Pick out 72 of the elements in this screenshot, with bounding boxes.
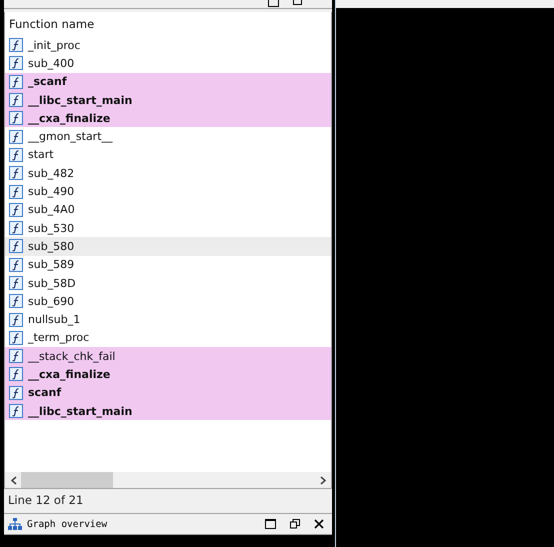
function-row[interactable]: sub_589 xyxy=(5,256,331,274)
function-name: sub_580 xyxy=(28,240,74,253)
function-name: sub_400 xyxy=(28,56,74,70)
function-icon xyxy=(9,294,23,308)
function-row[interactable]: sub_580 xyxy=(5,237,331,256)
function-icon xyxy=(9,202,23,217)
function-row[interactable]: sub_530 xyxy=(5,218,331,238)
function-row[interactable]: __libc_start_main xyxy=(5,402,331,420)
function-icon xyxy=(9,349,23,364)
function-name: sub_690 xyxy=(28,294,74,308)
maximize-icon[interactable] xyxy=(265,519,276,529)
function-name: __cxa_finalize xyxy=(28,368,110,381)
function-name: _init_proc xyxy=(28,38,80,52)
function-row[interactable]: sub_4A0 xyxy=(5,200,331,219)
function-name: start xyxy=(28,148,54,162)
function-name: sub_589 xyxy=(28,258,74,272)
function-name: __libc_start_main xyxy=(28,94,132,107)
function-row[interactable]: scanf xyxy=(5,384,331,402)
function-icon xyxy=(9,258,23,272)
column-header[interactable]: Function name xyxy=(5,12,331,36)
function-icon xyxy=(9,148,23,162)
function-icon xyxy=(9,330,23,345)
function-icon xyxy=(9,404,23,418)
function-name: __gmon_start__ xyxy=(28,130,113,144)
function-icon xyxy=(9,56,23,70)
function-row[interactable]: __cxa_finalize xyxy=(5,109,331,128)
function-icon xyxy=(9,38,23,52)
function-row[interactable]: sub_482 xyxy=(5,164,331,182)
function-row[interactable]: nullsub_1 xyxy=(5,310,331,329)
function-name: __stack_chk_fail xyxy=(28,350,116,363)
status-text: Line 12 of 21 xyxy=(7,492,84,509)
function-icon xyxy=(9,312,23,327)
function-icon xyxy=(9,130,23,144)
function-row[interactable]: _term_proc xyxy=(5,328,331,348)
function-icon xyxy=(9,184,23,199)
function-name: sub_4A0 xyxy=(28,203,75,216)
function-icon xyxy=(9,239,23,254)
function-icon xyxy=(9,367,23,382)
function-icon xyxy=(9,111,23,126)
function-row[interactable]: _scanf xyxy=(5,72,331,91)
function-name: nullsub_1 xyxy=(28,313,80,326)
function-name: scanf xyxy=(28,386,62,400)
function-row[interactable]: sub_400 xyxy=(5,54,331,73)
function-icon xyxy=(9,93,23,108)
function-name: __cxa_finalize xyxy=(28,112,110,125)
panel-title: Graph overview xyxy=(27,518,108,530)
function-row[interactable]: __cxa_finalize xyxy=(5,365,331,384)
function-row[interactable]: sub_690 xyxy=(5,292,331,310)
function-name: __libc_start_main xyxy=(28,404,132,418)
function-icon xyxy=(9,221,23,236)
function-row[interactable]: sub_490 xyxy=(5,182,331,201)
function-name: sub_58D xyxy=(28,276,76,290)
function-row[interactable]: __libc_start_main xyxy=(5,90,331,110)
horizontal-scrollbar[interactable] xyxy=(5,472,331,488)
function-name: _scanf xyxy=(28,75,67,88)
function-name: sub_530 xyxy=(28,222,74,235)
graph-icon xyxy=(8,518,22,530)
scrollbar-thumb[interactable] xyxy=(21,472,113,488)
function-row[interactable]: __gmon_start__ xyxy=(5,127,331,146)
function-icon xyxy=(9,74,23,89)
function-name: sub_490 xyxy=(28,185,74,198)
function-name: _term_proc xyxy=(28,331,90,344)
close-icon[interactable] xyxy=(314,519,324,529)
function-row[interactable]: sub_58D xyxy=(5,274,331,292)
function-row[interactable]: _init_proc xyxy=(5,36,331,54)
function-row[interactable]: start xyxy=(5,146,331,164)
restore-icon[interactable] xyxy=(290,519,300,529)
function-name: sub_482 xyxy=(28,166,74,180)
function-icon xyxy=(9,166,23,180)
function-row[interactable]: __stack_chk_fail xyxy=(5,347,331,366)
function-icon xyxy=(9,386,23,400)
function-icon xyxy=(9,276,23,290)
